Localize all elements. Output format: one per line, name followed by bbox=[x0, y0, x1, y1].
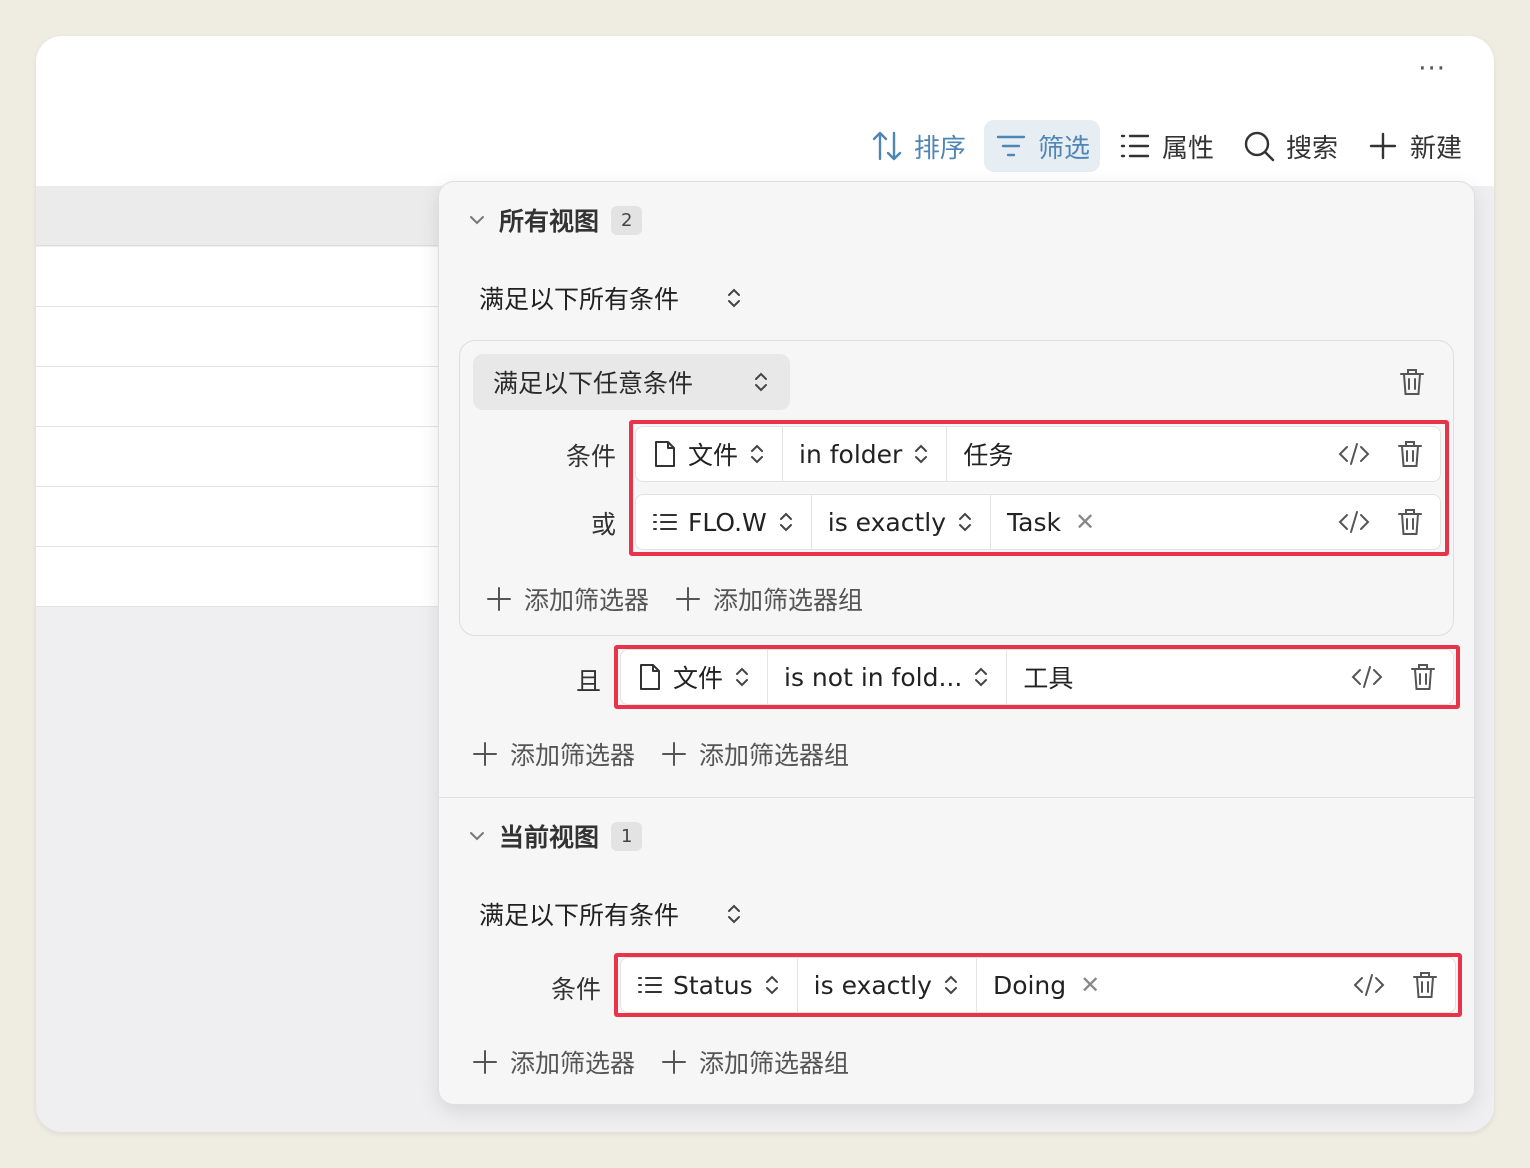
new-label: 新建 bbox=[1409, 133, 1462, 164]
match-mode-label: 满足以下所有条件 bbox=[479, 285, 680, 314]
add-filter-group-button[interactable]: 添加筛选器组 bbox=[661, 736, 849, 772]
all-views-header[interactable]: 所有视图 2 bbox=[467, 202, 643, 238]
plus-icon bbox=[473, 742, 497, 766]
add-filter-group-button[interactable]: 添加筛选器组 bbox=[675, 581, 863, 617]
add-filter-group-label: 添加筛选器组 bbox=[699, 741, 850, 770]
filter-group: 满足以下任意条件 条件 文件 in folder 任务 或 FLO.W is e… bbox=[459, 340, 1454, 636]
filter-icon bbox=[996, 135, 1026, 157]
sort-button[interactable]: 排序 bbox=[860, 120, 976, 172]
section-divider bbox=[439, 797, 1474, 798]
chevron-updown-icon bbox=[728, 288, 741, 308]
list-icon bbox=[1120, 134, 1150, 158]
table-row[interactable] bbox=[36, 247, 446, 307]
all-views-title: 所有视图 bbox=[499, 207, 600, 236]
highlight-box bbox=[614, 953, 1462, 1017]
plus-icon bbox=[473, 1050, 497, 1074]
plus-icon bbox=[662, 742, 687, 766]
add-filter-button[interactable]: 添加筛选器 bbox=[472, 1044, 635, 1080]
top-bar: ··· 排序 筛选 属性 搜索 新建 bbox=[36, 36, 1494, 186]
plus-icon bbox=[487, 587, 511, 611]
table-row[interactable] bbox=[36, 367, 446, 427]
filter-label: 筛选 bbox=[1037, 133, 1090, 164]
view-toolbar: 排序 筛选 属性 搜索 新建 bbox=[860, 120, 1472, 172]
add-filter-group-label: 添加筛选器组 bbox=[699, 1049, 850, 1078]
search-button[interactable]: 搜索 bbox=[1232, 120, 1348, 172]
properties-button[interactable]: 属性 bbox=[1108, 120, 1224, 172]
highlight-box bbox=[614, 645, 1460, 709]
more-options-icon[interactable]: ··· bbox=[1418, 54, 1446, 84]
add-filter-button[interactable]: 添加筛选器 bbox=[472, 736, 635, 772]
group-match-select[interactable]: 满足以下任意条件 bbox=[473, 354, 790, 410]
filter-row-label: 条件 bbox=[565, 442, 616, 471]
add-filter-label: 添加筛选器 bbox=[524, 586, 650, 615]
properties-label: 属性 bbox=[1161, 133, 1214, 164]
current-view-add-row: 添加筛选器 添加筛选器组 bbox=[472, 1044, 849, 1080]
table-row[interactable] bbox=[36, 307, 446, 367]
table-row[interactable] bbox=[36, 487, 446, 547]
chevron-down-icon bbox=[470, 832, 484, 841]
group-add-row: 添加筛选器 添加筛选器组 bbox=[486, 581, 863, 617]
chevron-updown-icon bbox=[755, 372, 767, 392]
table-row[interactable] bbox=[36, 547, 446, 607]
search-label: 搜索 bbox=[1285, 133, 1338, 164]
all-views-add-row: 添加筛选器 添加筛选器组 bbox=[472, 736, 849, 772]
chevron-down-icon bbox=[470, 216, 484, 225]
filter-panel: 所有视图 2 满足以下所有条件 满足以下任意条件 条件 文件 in folder… bbox=[438, 181, 1475, 1105]
filter-button[interactable]: 筛选 bbox=[983, 120, 1100, 172]
chevron-updown-icon bbox=[728, 904, 741, 924]
trash-icon[interactable] bbox=[1398, 367, 1426, 397]
table-header bbox=[36, 186, 446, 246]
highlight-box bbox=[629, 420, 1449, 556]
add-filter-button[interactable]: 添加筛选器 bbox=[486, 581, 649, 617]
filter-row-label: 且 bbox=[575, 667, 601, 696]
add-filter-group-label: 添加筛选器组 bbox=[713, 586, 864, 615]
add-filter-label: 添加筛选器 bbox=[510, 741, 636, 770]
plus-icon bbox=[1369, 132, 1397, 160]
current-view-count: 1 bbox=[611, 821, 643, 851]
plus-icon bbox=[662, 1050, 687, 1074]
add-filter-group-button[interactable]: 添加筛选器组 bbox=[661, 1044, 849, 1080]
group-match-label: 满足以下任意条件 bbox=[493, 369, 694, 398]
current-view-header[interactable]: 当前视图 1 bbox=[467, 818, 643, 854]
new-button[interactable]: 新建 bbox=[1356, 120, 1472, 172]
plus-icon bbox=[676, 587, 701, 611]
add-filter-label: 添加筛选器 bbox=[510, 1049, 636, 1078]
sort-icon bbox=[872, 131, 902, 161]
filter-row-label: 条件 bbox=[550, 975, 601, 1004]
sort-label: 排序 bbox=[913, 133, 966, 164]
all-views-match-select[interactable]: 满足以下所有条件 bbox=[479, 280, 743, 316]
all-views-count: 2 bbox=[611, 205, 643, 235]
match-mode-label: 满足以下所有条件 bbox=[479, 901, 680, 930]
current-view-match-select[interactable]: 满足以下所有条件 bbox=[479, 896, 743, 932]
current-view-title: 当前视图 bbox=[499, 823, 600, 852]
search-icon bbox=[1244, 131, 1275, 162]
table-row[interactable] bbox=[36, 427, 446, 487]
filter-row-label: 或 bbox=[590, 510, 616, 539]
